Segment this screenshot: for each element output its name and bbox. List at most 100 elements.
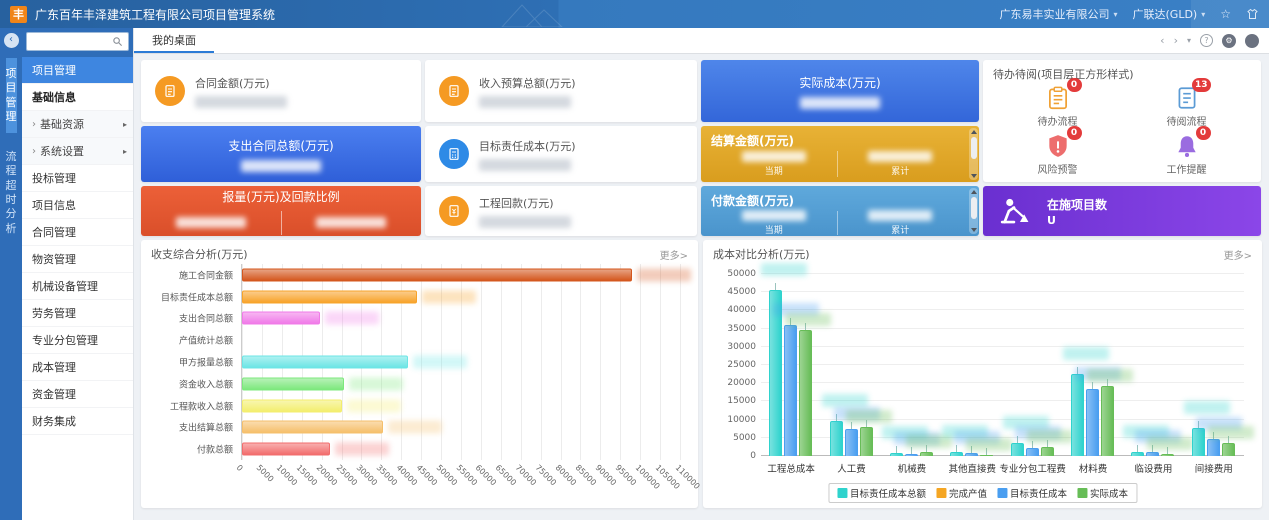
bar-目标责任成本-间接费用[interactable] — [1207, 439, 1220, 456]
gridline — [620, 264, 621, 460]
card-contract-amount[interactable]: 合同金额(万元) — [141, 60, 421, 122]
bar-目标责任成本总额-其他直接费[interactable] — [950, 452, 963, 456]
card-project-receipt[interactable]: 工程回款(万元) — [425, 186, 697, 236]
bar-目标责任成本-机械费[interactable] — [905, 454, 918, 456]
bar-目标责任成本总额-专业分包工程费[interactable] — [1011, 443, 1024, 456]
bar-实际成本-专业分包工程费[interactable] — [1041, 447, 1054, 456]
bar-目标责任成本总额-材料费[interactable] — [1071, 374, 1084, 456]
more-link[interactable]: 更多> — [1224, 247, 1252, 262]
rail-item-流程超时分析[interactable]: 流程超时分析 — [6, 141, 17, 245]
grouped-column-chart: 0500010000150002000025000300003500040000… — [713, 262, 1252, 504]
legend-item-完成产值[interactable]: 完成产值 — [936, 486, 987, 500]
y-tick-label: 15000 — [727, 396, 756, 406]
help-icon[interactable]: ? — [1200, 34, 1213, 47]
bar-实际成本-材料费[interactable] — [1101, 386, 1114, 456]
card-actual-cost[interactable]: 实际成本(万元) — [701, 60, 979, 122]
card-scrollbar[interactable] — [969, 128, 978, 180]
bar-目标责任成本总额-机械费[interactable] — [890, 453, 903, 456]
profile-avatar-icon[interactable] — [1245, 34, 1259, 48]
bar-支出合同总额[interactable] — [242, 312, 320, 325]
bar-目标责任成本-专业分包工程费[interactable] — [1026, 448, 1039, 456]
card-income-budget-total[interactable]: 收入预算总额(万元) — [425, 60, 697, 122]
rail-item-项目管理[interactable]: 项目管理 — [6, 58, 17, 133]
bar-实际成本-临设费用[interactable] — [1161, 454, 1174, 456]
scroll-up-icon[interactable] — [971, 130, 977, 134]
scroll-down-icon[interactable] — [971, 228, 977, 232]
x-tick-label: 5000 — [255, 463, 276, 484]
y-tick-label: 35000 — [727, 324, 756, 334]
sidebar-item-资金管理[interactable]: 资金管理 — [22, 381, 133, 408]
favorite-star-icon[interactable]: ☆ — [1220, 8, 1231, 20]
more-link[interactable]: 更多> — [660, 247, 688, 262]
sidebar-item-系统设置[interactable]: ›系统设置▸ — [22, 138, 133, 165]
bar-付款总额[interactable] — [242, 443, 330, 456]
card-active-projects[interactable]: 在施项目数 U — [983, 186, 1261, 236]
user-menu[interactable]: 广联达(GLD) ▾ — [1133, 6, 1206, 22]
tab-list-dropdown-icon[interactable]: ▾ — [1187, 37, 1191, 45]
card-scrollbar[interactable] — [969, 188, 978, 234]
bar-实际成本-间接费用[interactable] — [1222, 443, 1235, 456]
tab-nav-forward-icon[interactable]: › — [1174, 35, 1178, 46]
todo-item-待阅流程[interactable]: 13待阅流程 — [1122, 82, 1251, 130]
card-expense-contract-total[interactable]: 支出合同总额(万元) — [141, 126, 421, 182]
bar-目标责任成本总额[interactable] — [242, 290, 417, 303]
sidebar-item-基础信息[interactable]: 基础信息 — [22, 84, 133, 111]
bar-实际成本-其他直接费[interactable] — [980, 455, 993, 456]
bar-目标责任成本-临设费用[interactable] — [1146, 452, 1159, 456]
legend-item-目标责任成本[interactable]: 目标责任成本 — [997, 486, 1067, 500]
card-payment-amount[interactable]: 付款金额(万元) 当期 累计 — [701, 186, 979, 236]
bar-工程款收入总额[interactable] — [242, 399, 342, 412]
card-report-and-ratio[interactable]: 报量(万元)及回款比例 — [141, 186, 421, 236]
company-switcher[interactable]: 广东易丰实业有限公司 ▾ — [999, 6, 1117, 22]
bar-目标责任成本-材料费[interactable] — [1086, 389, 1099, 456]
sidebar-item-机械设备管理[interactable]: 机械设备管理 — [22, 273, 133, 300]
scroll-up-icon[interactable] — [971, 190, 977, 194]
settings-gear-icon[interactable]: ⚙ — [1222, 34, 1236, 48]
scroll-thumb[interactable] — [971, 137, 977, 159]
todo-item-工作提醒[interactable]: 0工作提醒 — [1122, 130, 1251, 178]
x-tick-label: 25000 — [334, 463, 358, 487]
sidebar-item-合同管理[interactable]: 合同管理 — [22, 219, 133, 246]
tab-my-desktop[interactable]: 我的桌面 — [134, 28, 214, 53]
y-tick-label: 20000 — [727, 378, 756, 388]
todo-item-风险预警[interactable]: 0风险预警 — [993, 130, 1122, 178]
bar-甲方报量总额[interactable] — [242, 356, 408, 369]
todo-item-待办流程[interactable]: 0待办流程 — [993, 82, 1122, 130]
sidebar-item-投标管理[interactable]: 投标管理 — [22, 165, 133, 192]
scroll-down-icon[interactable] — [971, 174, 977, 178]
card-title: 实际成本(万元) — [799, 74, 880, 91]
bar-实际成本-工程总成本[interactable] — [799, 330, 812, 456]
sidebar-item-基础资源[interactable]: ›基础资源▸ — [22, 111, 133, 138]
sidebar-item-label: 财务集成 — [32, 413, 76, 429]
sidebar-item-成本管理[interactable]: 成本管理 — [22, 354, 133, 381]
search-input[interactable] — [32, 36, 112, 47]
sidebar-item-项目管理[interactable]: 项目管理 — [22, 57, 133, 84]
bar-目标责任成本-人工费[interactable] — [845, 429, 858, 456]
redacted-bar-label — [761, 263, 807, 276]
bar-实际成本-机械费[interactable] — [920, 452, 933, 456]
sidebar-item-劳务管理[interactable]: 劳务管理 — [22, 300, 133, 327]
card-settlement-amount[interactable]: 结算金额(万元) 当期 累计 — [701, 126, 979, 182]
bar-目标责任成本总额-临设费用[interactable] — [1131, 452, 1144, 456]
sidebar-collapse-button[interactable]: ‹ — [4, 33, 19, 48]
theme-shirt-icon[interactable] — [1246, 8, 1259, 20]
card-target-responsibility-cost[interactable]: 目标责任成本(万元) — [425, 126, 697, 182]
bar-实际成本-人工费[interactable] — [860, 427, 873, 456]
bar-目标责任成本-其他直接费[interactable] — [965, 453, 978, 456]
sidebar-item-项目信息[interactable]: 项目信息 — [22, 192, 133, 219]
sidebar-item-物资管理[interactable]: 物资管理 — [22, 246, 133, 273]
scroll-thumb[interactable] — [971, 197, 977, 219]
bar-目标责任成本总额-间接费用[interactable] — [1192, 428, 1205, 456]
bar-资金收入总额[interactable] — [242, 377, 344, 390]
bar-支出结算总额[interactable] — [242, 421, 383, 434]
bar-目标责任成本总额-人工费[interactable] — [830, 421, 843, 456]
legend-item-目标责任成本总额[interactable]: 目标责任成本总额 — [837, 486, 926, 500]
bar-目标责任成本-工程总成本[interactable] — [784, 325, 797, 456]
tab-nav-back-icon[interactable]: ‹ — [1160, 35, 1164, 46]
user-name: 广联达(GLD) — [1133, 6, 1198, 22]
bar-施工合同金额[interactable] — [242, 268, 632, 281]
sidebar-item-财务集成[interactable]: 财务集成 — [22, 408, 133, 435]
sidebar-item-专业分包管理[interactable]: 专业分包管理 — [22, 327, 133, 354]
gridline — [761, 364, 1244, 365]
legend-item-实际成本[interactable]: 实际成本 — [1077, 486, 1128, 500]
